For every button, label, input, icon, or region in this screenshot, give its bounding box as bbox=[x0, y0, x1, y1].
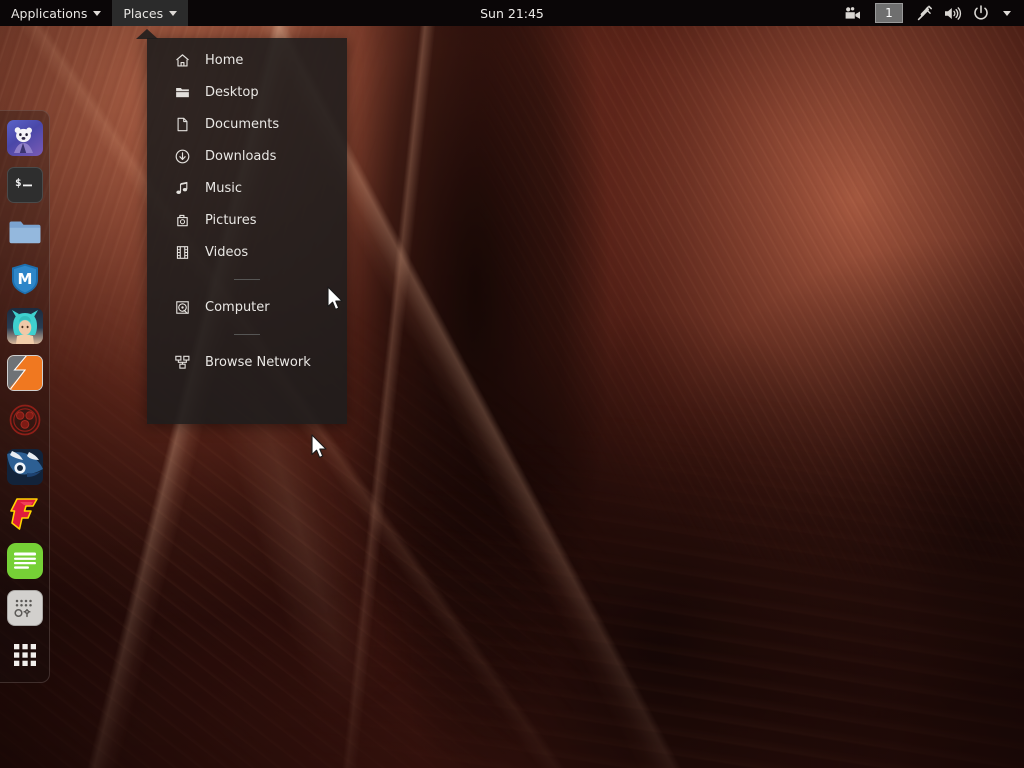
desktop-screen: Applications Places Sun 21:45 1 Home Des… bbox=[0, 0, 1024, 768]
svg-text:M: M bbox=[17, 270, 32, 288]
document-icon bbox=[174, 116, 190, 132]
avatar-portrait-icon bbox=[7, 308, 43, 344]
chevron-down-icon bbox=[93, 11, 102, 16]
menu-pointer-arrow bbox=[136, 29, 158, 39]
menu-item-label: Music bbox=[205, 180, 242, 196]
chevron-down-icon bbox=[1003, 11, 1011, 16]
orange-grey-split-icon bbox=[7, 356, 42, 390]
places-menu-button[interactable]: Places bbox=[112, 0, 189, 26]
m-shield-icon: M bbox=[11, 263, 39, 295]
svg-text:$: $ bbox=[15, 176, 22, 189]
dock-item-settings[interactable] bbox=[6, 590, 43, 626]
menu-item-label: Browse Network bbox=[205, 354, 311, 370]
dock-item-burp-suite[interactable] bbox=[7, 402, 43, 438]
menu-item-browse-network[interactable]: Browse Network bbox=[147, 346, 347, 378]
menu-item-pictures[interactable]: Pictures bbox=[147, 204, 347, 236]
applications-menu[interactable]: Applications bbox=[0, 0, 112, 26]
dock-item-orange-split[interactable] bbox=[6, 355, 43, 391]
computer-disk-icon bbox=[174, 299, 190, 315]
shark-fin-icon bbox=[6, 449, 43, 485]
menu-item-music[interactable]: Music bbox=[147, 172, 347, 204]
red-circles-icon bbox=[9, 404, 41, 436]
film-strip-icon bbox=[174, 244, 190, 260]
network-share-icon bbox=[174, 354, 190, 370]
menu-item-label: Documents bbox=[205, 116, 280, 132]
application-dock: $ M bbox=[0, 110, 50, 683]
green-notes-icon bbox=[13, 551, 36, 571]
menu-item-label: Videos bbox=[205, 244, 249, 260]
places-menu-label: Places bbox=[123, 5, 164, 21]
menu-item-label: Computer bbox=[205, 299, 270, 315]
menu-separator bbox=[234, 279, 260, 280]
power-button-icon[interactable] bbox=[969, 0, 993, 26]
menu-item-home[interactable]: Home bbox=[147, 44, 347, 76]
polar-bear-icon bbox=[10, 123, 40, 153]
menu-separator bbox=[234, 334, 260, 335]
dock-item-metasploit[interactable]: M bbox=[7, 261, 43, 297]
menu-item-desktop[interactable]: Desktop bbox=[147, 76, 347, 108]
top-panel: Applications Places Sun 21:45 1 bbox=[0, 0, 1024, 26]
chevron-down-icon bbox=[169, 11, 178, 16]
system-tray: 1 bbox=[841, 0, 1024, 26]
menu-item-label: Downloads bbox=[205, 148, 277, 164]
app-grid-icon bbox=[13, 643, 37, 667]
applications-menu-label: Applications bbox=[11, 5, 88, 21]
screen-recorder-icon[interactable] bbox=[841, 0, 866, 26]
menu-item-label: Pictures bbox=[205, 212, 257, 228]
dock-item-character-app[interactable] bbox=[6, 308, 43, 344]
menu-item-label: Home bbox=[205, 52, 244, 68]
dock-item-terminal[interactable]: $ bbox=[6, 167, 43, 203]
network-plug-icon[interactable] bbox=[912, 0, 937, 26]
red-f-bolt-icon bbox=[8, 497, 42, 531]
dock-item-files[interactable] bbox=[7, 214, 43, 250]
terminal-prompt-icon: $ bbox=[12, 175, 38, 195]
blue-folder-icon bbox=[8, 218, 42, 246]
workspace-switcher[interactable]: 1 bbox=[875, 3, 903, 23]
dock-item-wireshark[interactable] bbox=[6, 449, 43, 485]
home-icon bbox=[174, 52, 190, 68]
menu-item-documents[interactable]: Documents bbox=[147, 108, 347, 140]
camera-icon bbox=[174, 212, 190, 228]
system-menu-caret[interactable] bbox=[996, 0, 1018, 26]
speaker-volume-icon[interactable] bbox=[940, 0, 966, 26]
menu-item-downloads[interactable]: Downloads bbox=[147, 140, 347, 172]
dock-item-flash-f[interactable] bbox=[7, 496, 43, 532]
menu-item-computer[interactable]: Computer bbox=[147, 291, 347, 323]
workspace-label: 1 bbox=[885, 6, 893, 20]
dock-item-bear-browser[interactable] bbox=[6, 120, 43, 156]
control-panel-icon bbox=[11, 596, 39, 620]
folder-icon bbox=[174, 84, 190, 100]
places-dropdown-menu: Home Desktop Documents Downloads Music P… bbox=[136, 29, 347, 424]
dock-item-show-apps[interactable] bbox=[7, 637, 43, 673]
menu-item-label: Desktop bbox=[205, 84, 259, 100]
download-icon bbox=[174, 148, 190, 164]
music-note-icon bbox=[174, 180, 190, 196]
menu-item-videos[interactable]: Videos bbox=[147, 236, 347, 268]
dock-item-text-editor[interactable] bbox=[6, 543, 43, 579]
